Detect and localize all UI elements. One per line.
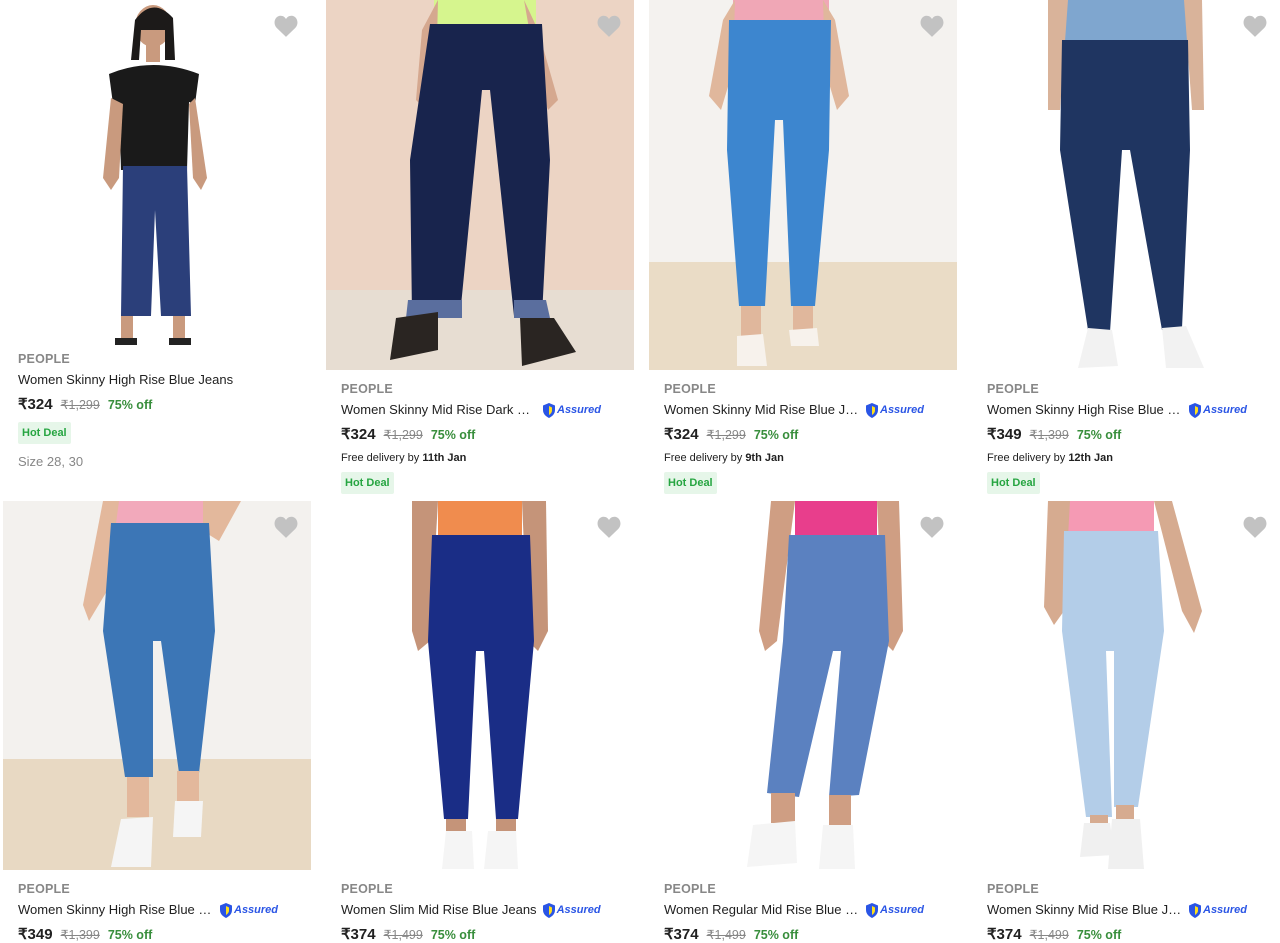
product-brand: PEOPLE [664, 382, 716, 396]
price-row: ₹349 ₹1,399 75% off [987, 425, 1277, 445]
product-image[interactable] [972, 0, 1280, 370]
product-discount: 75% off [430, 428, 476, 442]
price-row: ₹324 ₹1,299 75% off [18, 395, 308, 415]
product-price: ₹349 [18, 926, 53, 943]
hot-deal-badge: Hot Deal [664, 472, 717, 494]
assured-badge: Assured [542, 901, 601, 919]
price-row: ₹374 ₹1,499 75% off [987, 925, 1277, 943]
delivery-info: Free delivery by 9th Jan [664, 452, 784, 464]
product-image[interactable] [3, 0, 311, 345]
assured-shield-icon [543, 402, 555, 418]
product-mrp: ₹1,299 [60, 398, 100, 412]
product-title[interactable]: Women Skinny Mid Rise Blue Je... Assured [987, 901, 1277, 919]
product-price: ₹374 [664, 926, 699, 943]
product-mrp: ₹1,499 [383, 928, 423, 942]
product-title[interactable]: Women Skinny High Rise Blue J... Assured [987, 401, 1277, 419]
product-price: ₹324 [664, 426, 699, 443]
hot-deal-badge: Hot Deal [341, 472, 394, 494]
assured-badge: Assured [1188, 901, 1247, 919]
price-row: ₹324 ₹1,299 75% off [341, 425, 631, 445]
price-row: ₹374 ₹1,499 75% off [341, 925, 631, 943]
product-discount: 75% off [107, 398, 153, 412]
assured-shield-icon [866, 402, 878, 418]
assured-shield-icon [1189, 402, 1201, 418]
assured-shield-icon [220, 902, 232, 918]
wishlist-heart-icon[interactable] [919, 515, 945, 539]
hot-deal-badge: Hot Deal [18, 422, 71, 444]
wishlist-heart-icon[interactable] [273, 515, 299, 539]
product-price: ₹349 [987, 426, 1022, 443]
product-discount: 75% off [107, 928, 153, 942]
assured-badge: Assured [542, 401, 601, 419]
product-image[interactable] [649, 501, 957, 870]
price-row: ₹374 ₹1,499 75% off [664, 925, 954, 943]
product-mrp: ₹1,499 [1029, 928, 1069, 942]
product-brand: PEOPLE [18, 352, 70, 366]
delivery-info: Free delivery by 11th Jan [341, 452, 467, 464]
product-discount: 75% off [753, 928, 799, 942]
price-row: ₹349 ₹1,399 75% off [18, 925, 308, 943]
product-image[interactable] [326, 0, 634, 370]
product-discount: 75% off [753, 428, 799, 442]
product-discount: 75% off [1076, 428, 1122, 442]
product-mrp: ₹1,499 [706, 928, 746, 942]
product-price: ₹374 [987, 926, 1022, 943]
assured-badge: Assured [865, 401, 924, 419]
product-title[interactable]: Women Skinny High Rise Blue J... Assured [18, 901, 308, 919]
product-title[interactable]: Women Slim Mid Rise Blue Jeans Assured [341, 901, 631, 919]
wishlist-heart-icon[interactable] [273, 14, 299, 38]
product-discount: 75% off [430, 928, 476, 942]
wishlist-heart-icon[interactable] [1242, 515, 1268, 539]
product-brand: PEOPLE [18, 882, 70, 896]
wishlist-heart-icon[interactable] [596, 515, 622, 539]
product-brand: PEOPLE [987, 882, 1039, 896]
product-title[interactable]: Women Skinny High Rise Blue Jeans [18, 371, 308, 389]
product-title[interactable]: Women Regular Mid Rise Blue J... Assured [664, 901, 954, 919]
wishlist-heart-icon[interactable] [919, 14, 945, 38]
wishlist-heart-icon[interactable] [596, 14, 622, 38]
product-mrp: ₹1,399 [60, 928, 100, 942]
product-brand: PEOPLE [341, 882, 393, 896]
product-title[interactable]: Women Skinny Mid Rise Dark Bl... Assured [341, 401, 631, 419]
product-price: ₹324 [18, 396, 53, 413]
product-mrp: ₹1,299 [383, 428, 423, 442]
product-image[interactable] [326, 501, 634, 870]
product-sizes: Size 28, 30 [18, 454, 84, 469]
wishlist-heart-icon[interactable] [1242, 14, 1268, 38]
product-mrp: ₹1,299 [706, 428, 746, 442]
product-mrp: ₹1,399 [1029, 428, 1069, 442]
assured-shield-icon [1189, 902, 1201, 918]
product-image[interactable] [649, 0, 957, 370]
product-price: ₹374 [341, 926, 376, 943]
product-brand: PEOPLE [987, 382, 1039, 396]
product-discount: 75% off [1076, 928, 1122, 942]
assured-badge: Assured [865, 901, 924, 919]
product-brand: PEOPLE [664, 882, 716, 896]
product-brand: PEOPLE [341, 382, 393, 396]
assured-shield-icon [542, 902, 555, 918]
product-title[interactable]: Women Skinny Mid Rise Blue Je... Assured [664, 401, 954, 419]
assured-badge: Assured [219, 901, 278, 919]
assured-shield-icon [866, 902, 878, 918]
delivery-info: Free delivery by 12th Jan [987, 452, 1113, 464]
product-price: ₹324 [341, 426, 376, 443]
product-image[interactable] [3, 501, 311, 870]
assured-badge: Assured [1188, 401, 1247, 419]
hot-deal-badge: Hot Deal [987, 472, 1040, 494]
product-image[interactable] [972, 501, 1280, 870]
price-row: ₹324 ₹1,299 75% off [664, 425, 954, 445]
